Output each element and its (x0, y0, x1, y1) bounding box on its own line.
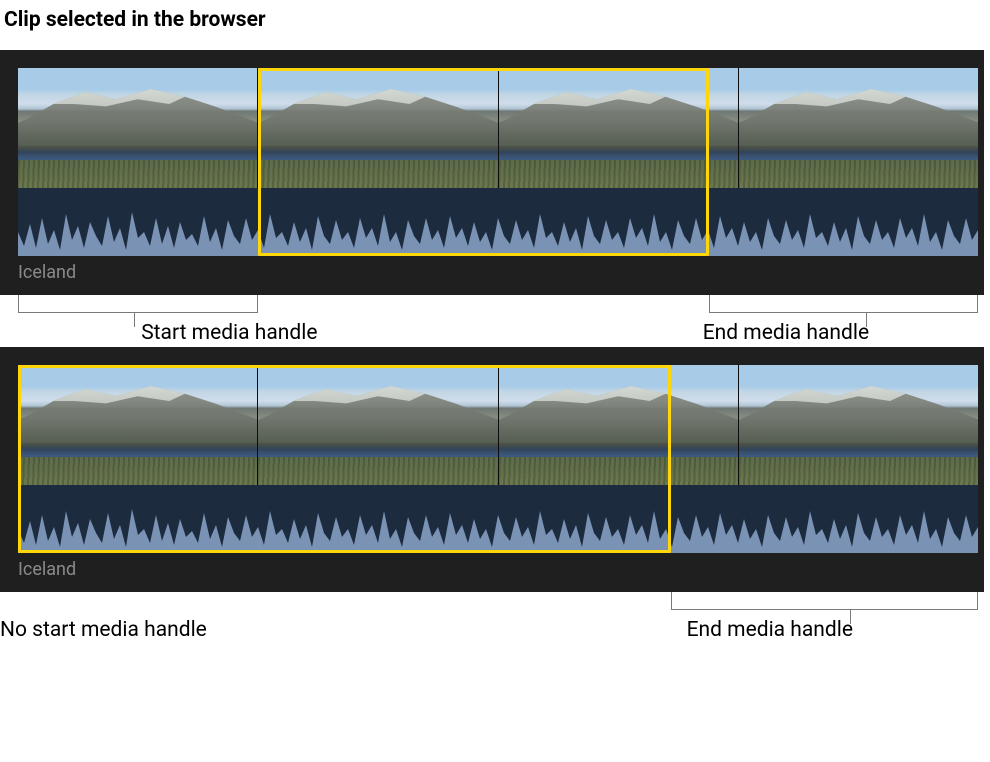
start-handle-bracket (18, 295, 258, 313)
browser-panel-1: Iceland (0, 50, 984, 295)
page-title: Clip selected in the browser (4, 8, 990, 32)
callouts-1: Start media handle End media handle (0, 295, 984, 347)
audio-waveform-1 (18, 188, 978, 256)
clip-frame (18, 68, 258, 188)
clip-name-label-1: Iceland (18, 256, 984, 295)
clip-filmstrip-2[interactable] (18, 365, 978, 553)
callouts-2: No start media handle End media handle (0, 592, 984, 644)
clip-frame (739, 68, 978, 188)
end-handle-bracket (709, 295, 978, 313)
clip-frame (258, 365, 498, 485)
browser-panel-2: Iceland (0, 347, 984, 592)
clip-name-label-2: Iceland (18, 553, 984, 592)
start-handle-label: Start media handle (141, 321, 317, 345)
audio-waveform-2 (18, 485, 978, 553)
clip-frames-2 (18, 365, 978, 485)
clip-frame (258, 68, 498, 188)
end-handle-label: End media handle (703, 321, 869, 345)
no-start-handle-label: No start media handle (0, 618, 207, 642)
end-handle-label-2: End media handle (687, 618, 853, 642)
clip-frame (499, 365, 739, 485)
clip-frame (499, 68, 739, 188)
clip-frames-1 (18, 68, 978, 188)
end-handle-bracket-2 (671, 592, 978, 610)
clip-filmstrip-1[interactable] (18, 68, 978, 256)
clip-frame (18, 365, 258, 485)
clip-frame (739, 365, 978, 485)
